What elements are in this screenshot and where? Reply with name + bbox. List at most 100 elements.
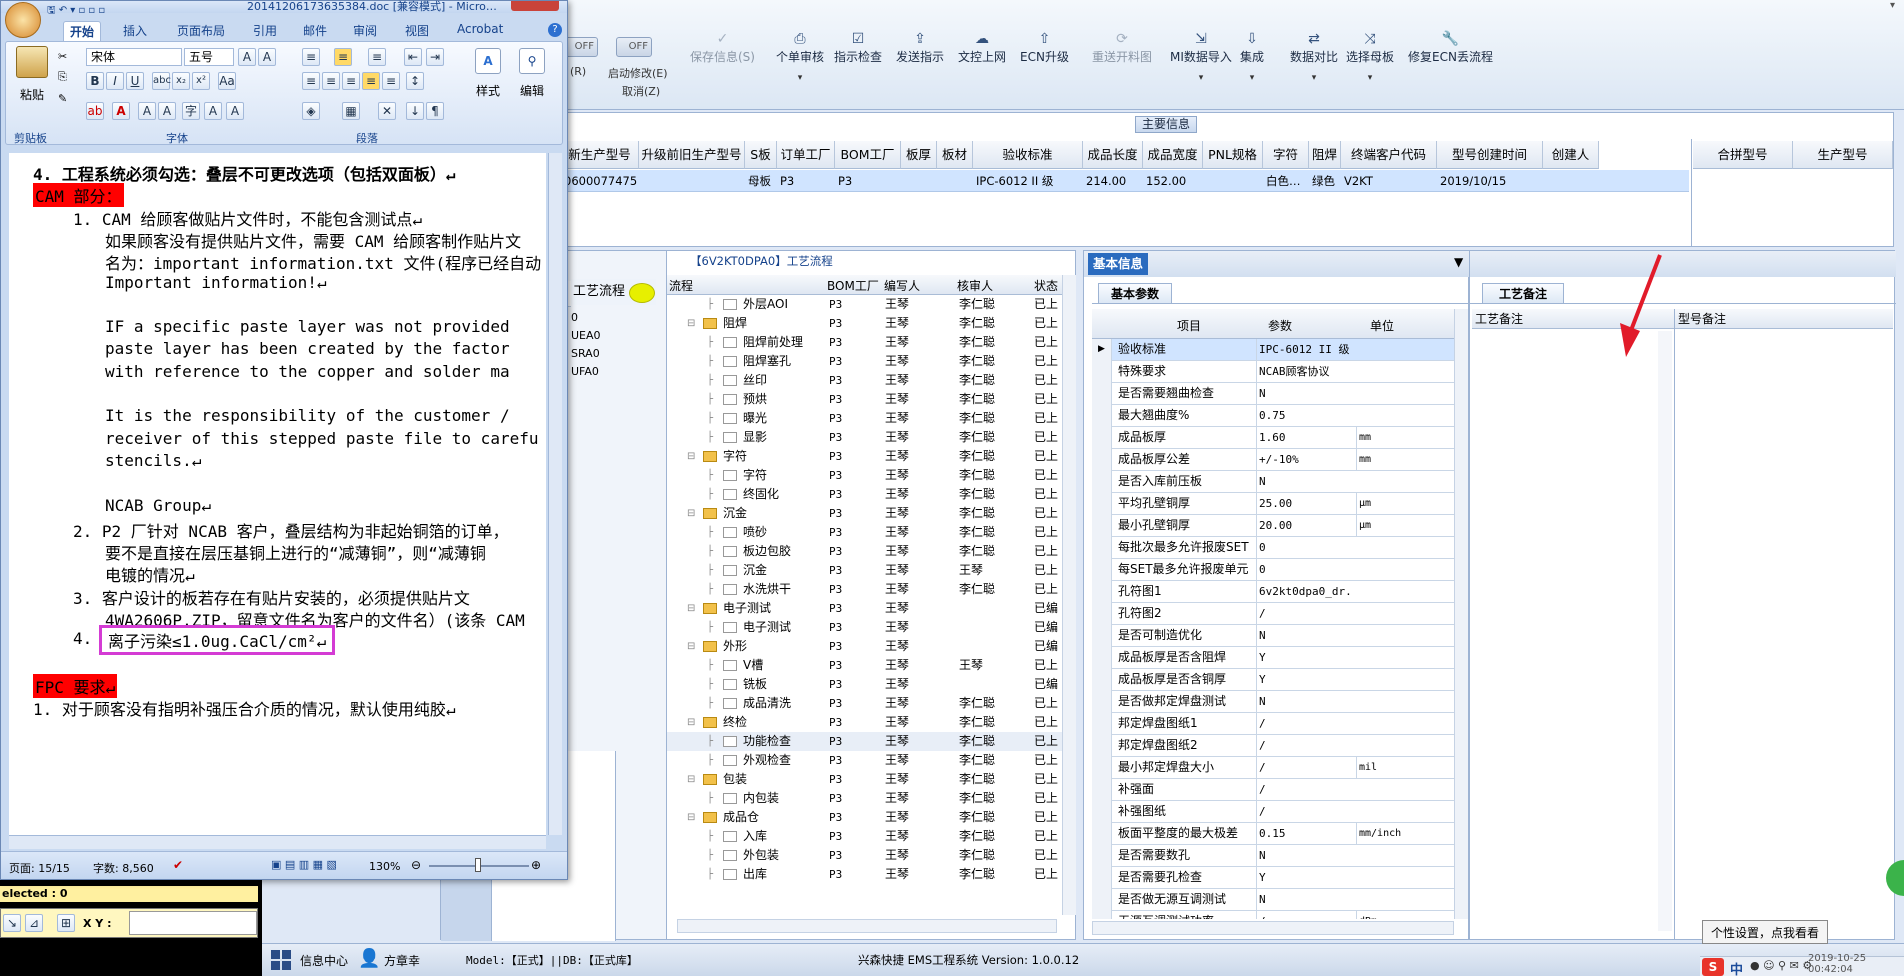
process-row[interactable]: ├ 板边包胶 P3 王琴 李仁聪 已上 [667,542,1062,561]
basic-param-row[interactable]: 每批次最多允许报废SET 0 [1092,537,1454,559]
left-list-item[interactable]: SRA0 [571,347,600,360]
shading-icon[interactable]: ◈ [302,102,320,120]
superscript-button[interactable]: x² [192,72,210,90]
basic-param[interactable]: N [1256,889,1352,910]
highlight-icon[interactable]: ab [86,102,104,120]
word-count[interactable]: 字数: 8,560 [93,860,154,876]
basic-param-row[interactable]: 特殊要求 NCAB顾客协议 [1092,361,1454,383]
process-row[interactable]: ├ 内包装 P3 王琴 李仁聪 已上 [667,789,1062,808]
proofing-icon[interactable]: ✔ [173,858,183,872]
basic-param-row[interactable]: 是否做无源互调测试 N [1092,889,1454,911]
basic-param[interactable]: 1.60 [1256,427,1352,448]
basic-param[interactable]: / [1256,911,1352,919]
basic-param-row[interactable]: 最小邦定焊盘大小 / mil [1092,757,1454,779]
basic-param[interactable]: N [1256,691,1352,712]
basic-param[interactable]: / [1256,779,1352,800]
word-tab-2[interactable]: 页面布局 [171,21,231,40]
collapse-ribbon-icon[interactable]: ▾ [1890,0,1904,20]
process-row[interactable]: ├ 成品清洗 P3 王琴 李仁聪 已上 [667,694,1062,713]
cad-tool-1-icon[interactable]: ↘ [3,914,21,932]
paste-button[interactable]: 粘贴 [10,46,54,104]
bold-button[interactable]: B [86,72,104,90]
format-painter-icon[interactable]: ✎ [58,92,67,105]
basic-param-row[interactable]: 是否做邦定焊盘测试 N [1092,691,1454,713]
word-close-button[interactable] [511,1,559,11]
basic-param[interactable]: / [1256,713,1352,734]
tray-icons[interactable]: ● ☺ ⚲ ✉ ⚙ [1750,959,1812,972]
expand-icon[interactable]: ⊟ [687,599,695,618]
process-row[interactable]: ⊟ 包装 P3 王琴 李仁聪 已上 [667,770,1062,789]
toolbar-button-10[interactable]: ⤨ 选择母板 ▾ [1346,30,1394,100]
basic-hscroll[interactable] [1092,921,1454,935]
basic-param[interactable]: 6v2kt0dpa0_dr... [1256,581,1352,602]
expand-icon[interactable]: ⊟ [687,713,695,732]
font-color-icon[interactable]: A [112,102,130,120]
process-row[interactable]: ├ 电子测试 P3 王琴 已编 [667,618,1062,637]
main-col-15[interactable]: 创建人 [1543,141,1599,169]
process-row[interactable]: ├ 水洗烘干 P3 王琴 李仁聪 已上 [667,580,1062,599]
process-row[interactable]: ├ V槽 P3 王琴 王琴 已上 [667,656,1062,675]
tab-basic-params[interactable]: 基本参数 [1098,283,1173,303]
underline-button[interactable]: U [126,72,144,90]
basic-col-item[interactable]: 项目 [1177,317,1201,334]
process-col-reviewer[interactable]: 核审人 [957,277,993,294]
expand-icon[interactable]: ⊟ [687,504,695,523]
process-row[interactable]: ├ 终固化 P3 王琴 李仁聪 已上 [667,485,1062,504]
font-clear-icon[interactable]: A [238,48,256,66]
grid-icon[interactable] [270,949,292,971]
side-col-merge[interactable]: 合拼型号 [1693,141,1793,169]
expand-icon[interactable]: ⊟ [687,770,695,789]
basic-param-row[interactable]: 最小孔壁铜厚 20.00 μm [1092,515,1454,537]
justify-icon[interactable]: ≡ [362,72,380,90]
expand-icon[interactable]: ⊟ [687,637,695,656]
zoom-in-icon[interactable]: ⊕ [531,858,541,872]
grow-font-icon[interactable]: A [204,102,222,120]
toggle-edit[interactable]: OFF [616,37,652,57]
main-col-3[interactable]: 订单工厂 [777,141,835,169]
basic-param-row[interactable]: 最大翘曲度% 0.75 [1092,405,1454,427]
main-col-0[interactable]: 新生产型号 [561,141,639,169]
toolbar-button-3[interactable]: ⇪ 发送指示 [896,30,944,100]
doc-vscroll[interactable] [548,153,562,835]
process-row[interactable]: ├ 外观检查 P3 王琴 李仁聪 已上 [667,751,1062,770]
process-row[interactable]: ├ 沉金 P3 王琴 王琴 已上 [667,561,1062,580]
process-row[interactable]: ├ 功能检查 P3 王琴 李仁聪 已上 [667,732,1062,751]
remark-col-model[interactable]: 型号备注 [1675,309,1893,329]
basic-param-row[interactable]: 成品板厚是否含铜厚 Y [1092,669,1454,691]
basic-param-row[interactable]: 平均孔壁铜厚 25.00 μm [1092,493,1454,515]
process-row[interactable]: ├ 出库 P3 王琴 李仁聪 已上 [667,865,1062,884]
basic-param[interactable]: N [1256,625,1352,646]
main-col-6[interactable]: 板材 [937,141,973,169]
toolbar-button-5[interactable]: ⇧ ECN升级 [1020,30,1069,100]
sort-icon[interactable]: ↓ [406,102,424,120]
process-row[interactable]: ├ 外包装 P3 王琴 李仁聪 已上 [667,846,1062,865]
basic-param-row[interactable]: 无源互调测试功率 / dBm [1092,911,1454,919]
char-border-icon[interactable]: A [158,102,176,120]
basic-param-row[interactable]: 成品板厚是否含阻焊 Y [1092,647,1454,669]
editing-button[interactable]: ⚲ 编辑 [512,46,552,106]
process-row[interactable]: ├ 喷砂 P3 王琴 李仁聪 已上 [667,523,1062,542]
main-col-4[interactable]: BOM工厂 [835,141,901,169]
process-hscroll[interactable] [677,919,1057,933]
basic-param[interactable]: IPC-6012 II 级 [1256,339,1352,360]
toolbar-button-6[interactable]: ⟳ 重送开料图 [1092,30,1152,100]
basic-param-row[interactable]: 成品板厚 1.60 mm [1092,427,1454,449]
basic-param-row[interactable]: 补强图纸 / [1092,801,1454,823]
increase-indent-icon[interactable]: ⇥ [426,48,444,66]
cad-tool-2-icon[interactable]: ⊿ [25,914,43,932]
page-count[interactable]: 页面: 15/15 [9,860,70,876]
quick-access-toolbar[interactable]: 🖫 ↶ ▾ ▫ ▫ ▫ [47,3,105,20]
process-row[interactable]: ├ 显影 P3 王琴 李仁聪 已上 [667,428,1062,447]
enclose-char-icon[interactable]: 字 [182,102,200,120]
basic-param-row[interactable]: 每SET最多允许报废单元 0 [1092,559,1454,581]
basic-param-row[interactable]: 邦定焊盘图纸2 / [1092,735,1454,757]
numbering-icon[interactable]: ≡ [334,48,352,66]
office-button-icon[interactable] [5,2,41,38]
panel-menu-icon[interactable]: ▼ [1454,255,1463,269]
main-col-9[interactable]: 成品宽度 [1143,141,1203,169]
basic-param[interactable]: NCAB顾客协议 [1256,361,1352,382]
zoom-slider-thumb[interactable] [475,858,481,872]
main-col-5[interactable]: 板厚 [901,141,937,169]
basic-col-unit[interactable]: 单位 [1370,317,1394,334]
basic-param[interactable]: 0.15 [1256,823,1352,844]
